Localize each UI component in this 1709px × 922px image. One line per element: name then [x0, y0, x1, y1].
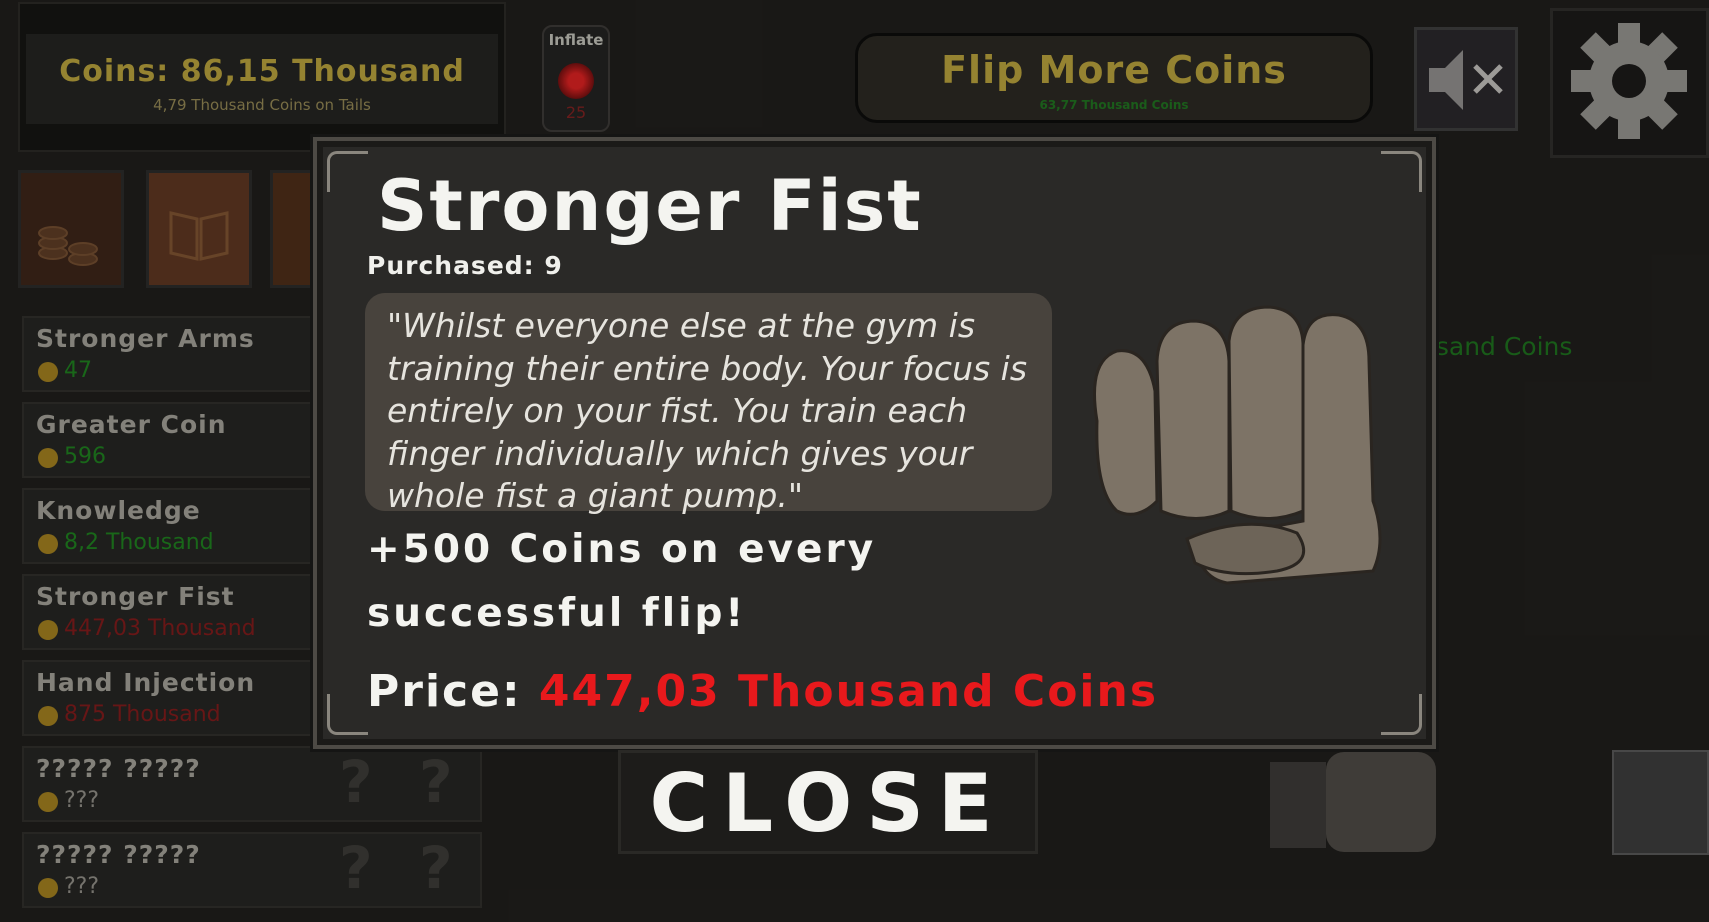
frame-corner	[1381, 151, 1422, 192]
frame-corner	[327, 151, 368, 192]
flavor-text: "Whilst everyone else at the gym is trai…	[387, 306, 1028, 515]
price-line: Price: 447,03 Thousand Coins	[367, 666, 1158, 717]
close-label: CLOSE	[649, 757, 1007, 850]
upgrade-detail-modal: Stronger Fist Purchased: 9 "Whilst every…	[313, 137, 1436, 749]
frame-corner	[1381, 694, 1422, 735]
flavor-text-box: "Whilst everyone else at the gym is trai…	[365, 293, 1052, 515]
close-button[interactable]: CLOSE	[618, 750, 1038, 854]
upgrade-title: Stronger Fist	[377, 165, 923, 247]
frame-corner	[327, 694, 368, 735]
purchased-count: Purchased: 9	[367, 251, 563, 280]
price-label: Price:	[367, 666, 522, 717]
fist-icon	[1093, 305, 1382, 585]
price-value: 447,03 Thousand Coins	[538, 666, 1159, 717]
upgrade-effect: +500 Coins on every successful flip!	[367, 527, 877, 636]
